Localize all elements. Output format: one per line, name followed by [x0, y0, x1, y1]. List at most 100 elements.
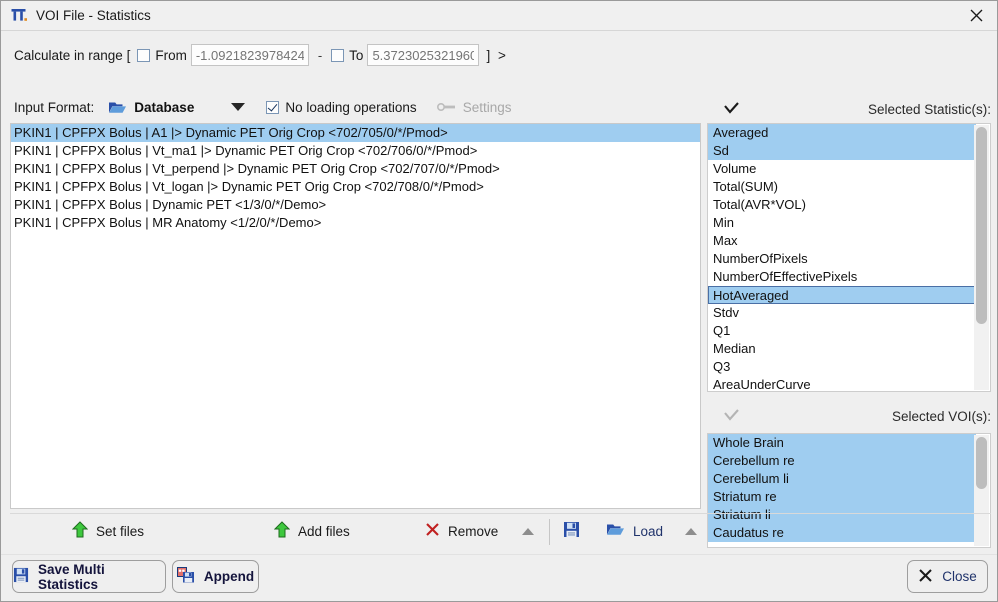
to-checkbox[interactable] [331, 48, 345, 62]
save-list-button[interactable] [563, 515, 580, 547]
statistic-list-item[interactable]: Q1 [708, 322, 976, 340]
append-label: Append [203, 569, 255, 584]
voi-statistics-dialog: VOI File - Statistics Calculate in range… [0, 0, 998, 602]
voi-list-item[interactable]: Striatum li [708, 506, 976, 524]
statistic-list-item[interactable]: Averaged [708, 124, 976, 142]
selected-statistics-label: Selected Statistic(s): [867, 101, 991, 117]
input-format-value[interactable]: Database [134, 100, 194, 115]
statistic-list-item[interactable]: Q3 [708, 358, 976, 376]
calculate-range-row: Calculate in range [ From - To ] > [1, 31, 997, 79]
selected-vois-label: Selected VOI(s): [891, 408, 991, 424]
from-input[interactable] [190, 44, 309, 66]
triangle-up-icon[interactable] [522, 527, 534, 535]
voi-list-item[interactable]: Striatum re [708, 488, 976, 506]
bottom-button-bar: Save Multi Statistics Append Close [1, 557, 997, 601]
title-bar: VOI File - Statistics [1, 1, 997, 31]
selected-statistics-header: Selected Statistic(s): [707, 97, 991, 121]
statistic-list-item[interactable]: Min [708, 214, 976, 232]
no-loading-checkbox-box[interactable] [266, 100, 280, 114]
vois-checkmark-icon[interactable] [721, 408, 741, 425]
add-files-button[interactable]: Add files [273, 515, 350, 547]
folder-open-icon [108, 100, 127, 115]
green-up-arrow-icon [273, 521, 291, 541]
file-list-item[interactable]: PKIN1 | CPFPX Bolus | Vt_perpend |> Dyna… [11, 160, 700, 178]
x-icon [918, 568, 933, 586]
remove-label: Remove [448, 523, 499, 539]
load-label: Load [633, 523, 664, 539]
floppy-disk-icon [13, 567, 29, 586]
from-checkbox[interactable] [137, 48, 151, 62]
statistic-list-item[interactable]: Total(SUM) [708, 178, 976, 196]
file-list-item[interactable]: PKIN1 | CPFPX Bolus | Dynamic PET <1/3/0… [11, 196, 700, 214]
file-list-item[interactable]: PKIN1 | CPFPX Bolus | Vt_logan |> Dynami… [11, 178, 700, 196]
to-input[interactable] [367, 44, 480, 66]
floppy-disk-icon [563, 521, 580, 541]
load-button[interactable]: Load [606, 515, 663, 547]
load-dropdown-button[interactable] [685, 515, 697, 547]
wrench-icon [436, 101, 457, 113]
statistic-list-item[interactable]: Stdv [708, 304, 976, 322]
file-toolbar: Set files Add files Remove Load [1, 515, 701, 547]
statistic-list-item[interactable]: NumberOfPixels [708, 250, 976, 268]
no-loading-operations-label: No loading operations [285, 99, 417, 115]
set-files-button[interactable]: Set files [71, 515, 145, 547]
save-multi-statistics-label: Save Multi Statistics [38, 561, 105, 592]
window-close-button[interactable] [953, 1, 997, 30]
file-list-body: PKIN1 | CPFPX Bolus | A1 |> Dynamic PET … [11, 124, 700, 232]
statistic-list-item[interactable]: Total(AVR*VOL) [708, 196, 976, 214]
red-x-icon [425, 522, 440, 540]
vois-scrollbar-thumb[interactable] [976, 437, 987, 489]
settings-label: Settings [462, 99, 512, 115]
append-button[interactable]: Append [172, 560, 259, 593]
statistic-list-item[interactable]: Max [708, 232, 976, 250]
file-list-item[interactable]: PKIN1 | CPFPX Bolus | MR Anatomy <1/2/0/… [11, 214, 700, 232]
range-dash: - [317, 47, 323, 63]
file-list[interactable]: PKIN1 | CPFPX Bolus | A1 |> Dynamic PET … [10, 123, 701, 509]
statistics-scrollbar[interactable] [974, 125, 989, 390]
range-end-bracket: ] > [486, 47, 508, 63]
bottom-divider [1, 554, 997, 555]
no-loading-operations-checkbox[interactable]: No loading operations [266, 99, 417, 115]
statistics-list[interactable]: Averaged Sd Volume Total(SUM) Total(AVR*VOL)… [707, 123, 991, 392]
window-title: VOI File - Statistics [36, 8, 151, 23]
statistics-list-body: Averaged Sd Volume Total(SUM) Total(AVR*VOL)… [708, 124, 976, 391]
add-files-label: Add files [298, 523, 350, 539]
file-list-item[interactable]: PKIN1 | CPFPX Bolus | A1 |> Dynamic PET … [11, 124, 700, 142]
toolbar-vertical-separator [549, 519, 550, 545]
append-windows-icon [176, 567, 195, 586]
chevron-down-icon[interactable] [231, 103, 246, 111]
save-multi-statistics-button[interactable]: Save Multi Statistics [12, 560, 166, 593]
set-files-label: Set files [96, 523, 145, 539]
vois-list-body: Whole Brain Cerebellum re Cerebellum li Str… [708, 434, 976, 542]
statistics-checkmark-icon[interactable] [721, 101, 741, 118]
voi-list-item[interactable]: Caudatus re [708, 524, 976, 542]
from-label: From [155, 47, 187, 63]
statistic-list-item[interactable]: Sd [708, 142, 976, 160]
close-icon [970, 9, 982, 22]
green-up-arrow-icon [71, 521, 89, 541]
to-label: To [349, 47, 364, 63]
file-list-item[interactable]: PKIN1 | CPFPX Bolus | Vt_ma1 |> Dynamic … [11, 142, 700, 160]
triangle-up-icon[interactable] [685, 527, 697, 535]
vois-scrollbar[interactable] [974, 435, 989, 546]
close-label: Close [942, 569, 977, 584]
input-format-label: Input Format: [14, 99, 95, 115]
statistic-list-item[interactable]: NumberOfEffectivePixels [708, 268, 976, 286]
toolbar-divider [10, 513, 991, 514]
statistics-scrollbar-thumb[interactable] [976, 127, 987, 324]
folder-open-icon [606, 522, 625, 540]
remove-dropdown-button[interactable] [522, 515, 534, 547]
close-button[interactable]: Close [907, 560, 988, 593]
statistic-list-item[interactable]: Volume [708, 160, 976, 178]
voi-list-item[interactable]: Whole Brain [708, 434, 976, 452]
pmod-logo-icon [11, 8, 28, 24]
statistic-list-item[interactable]: HotAveraged [708, 286, 976, 304]
selected-vois-header: Selected VOI(s): [707, 404, 991, 428]
statistic-list-item[interactable]: Median [708, 340, 976, 358]
voi-list-item[interactable]: Cerebellum re [708, 452, 976, 470]
calculate-range-label: Calculate in range [ [14, 47, 131, 63]
voi-list-item[interactable]: Cerebellum li [708, 470, 976, 488]
statistic-list-item[interactable]: AreaUnderCurve [708, 376, 976, 391]
remove-button[interactable]: Remove [425, 515, 498, 547]
vois-list[interactable]: Whole Brain Cerebellum re Cerebellum li Str… [707, 433, 991, 548]
